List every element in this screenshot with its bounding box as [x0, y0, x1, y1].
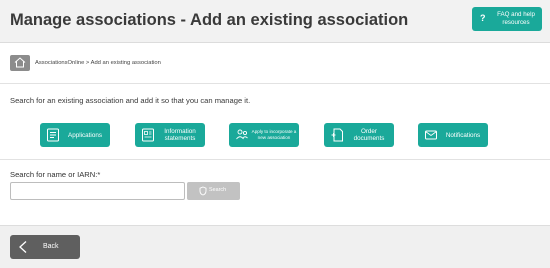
- faq-help-button[interactable]: ? FAQ and help resources: [472, 7, 542, 31]
- back-button[interactable]: Back: [10, 235, 80, 259]
- home-icon[interactable]: [10, 55, 30, 71]
- order-documents-icon: [331, 128, 343, 142]
- intro-text: Search for an existing association and a…: [10, 96, 251, 105]
- quick-links-row: Applications Information statements Appl…: [0, 114, 550, 160]
- information-statements-icon: [142, 128, 154, 142]
- page-header: Manage associations - Add an existing as…: [0, 0, 550, 43]
- applications-icon: [47, 128, 59, 142]
- incorporate-icon: [236, 129, 248, 140]
- breadcrumb-bar: AssociationsOnline > Add an existing ass…: [0, 44, 550, 84]
- faq-help-label: FAQ and help resources: [497, 11, 535, 26]
- question-icon: ?: [480, 13, 486, 23]
- home-icon-glyph: [14, 57, 26, 68]
- notifications-tile[interactable]: Notifications: [418, 123, 488, 147]
- order-documents-tile[interactable]: Order documents: [324, 123, 394, 147]
- applications-label: Applications: [68, 131, 102, 139]
- notifications-icon: [425, 130, 437, 140]
- page-footer: Back: [0, 225, 550, 268]
- search-button[interactable]: Search: [187, 182, 240, 200]
- chevron-left-icon: [19, 241, 27, 253]
- page-title: Manage associations - Add an existing as…: [10, 11, 409, 29]
- search-icon: [199, 186, 207, 196]
- search-label: Search for name or IARN:*: [10, 170, 101, 179]
- search-button-label: Search: [209, 187, 227, 193]
- search-input[interactable]: [10, 182, 185, 200]
- information-statements-tile[interactable]: Information statements: [135, 123, 205, 147]
- back-button-label: Back: [43, 243, 59, 250]
- apply-to-incorporate-label: Apply to incorporate a new association: [251, 129, 297, 140]
- applications-tile[interactable]: Applications: [40, 123, 110, 147]
- notifications-label: Notifications: [445, 131, 481, 139]
- information-statements-label: Information statements: [164, 128, 196, 142]
- order-documents-label: Order documents: [353, 128, 385, 142]
- apply-to-incorporate-tile[interactable]: Apply to incorporate a new association: [229, 123, 299, 147]
- breadcrumb[interactable]: AssociationsOnline > Add an existing ass…: [35, 60, 161, 66]
